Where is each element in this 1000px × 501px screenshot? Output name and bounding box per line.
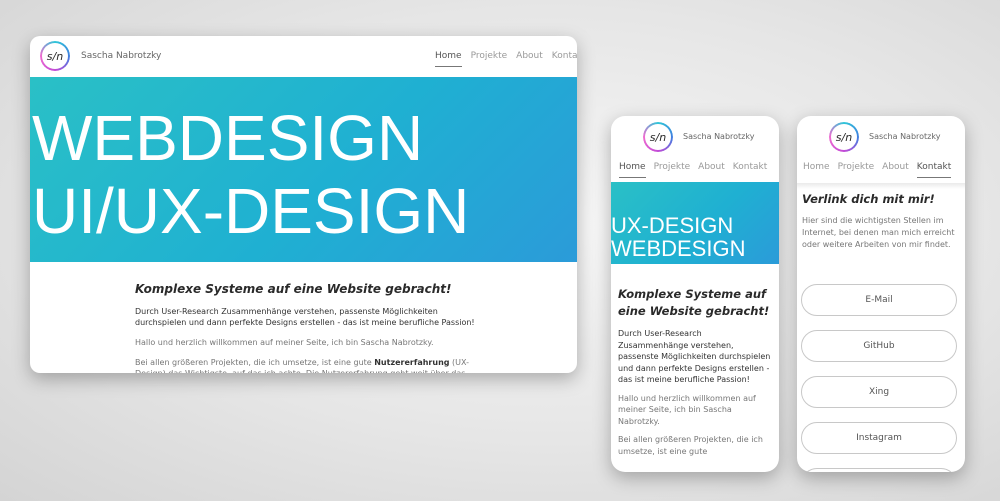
main-nav: Home Projekte About Kontakt [619, 162, 767, 178]
nav-kontakt[interactable]: Kontakt [916, 162, 952, 178]
hero-line-webdesign: WEBDESIGN [32, 102, 424, 174]
nav-home[interactable]: Home [803, 162, 830, 178]
hero-line-uiux: UI/UX-DESIGN [32, 175, 470, 247]
nav-home[interactable]: Home [619, 162, 646, 178]
projects-text: Bei allen größeren Projekten, die ich um… [618, 435, 763, 456]
welcome-text: Hallo und herzlich willkommen auf meiner… [135, 338, 434, 347]
nav-kontakt[interactable]: Kontakt [552, 51, 577, 67]
hero-banner: UX-DESIGN WEBDESIGN [611, 182, 779, 264]
intro-text: Durch User-Research Zusammenhänge verste… [135, 307, 475, 327]
nav-kontakt[interactable]: Kontakt [733, 162, 767, 178]
nav-home[interactable]: Home [435, 51, 462, 67]
nav-about[interactable]: About [698, 162, 725, 178]
email-link-button[interactable]: E-Mail [801, 284, 957, 316]
main-nav: Home Projekte About Kontakt [803, 162, 952, 178]
github-link-button[interactable]: GitHub [801, 330, 957, 362]
phone-home-mockup: s/n Sascha Nabrotzky Home Projekte About… [611, 116, 779, 472]
site-name: Sascha Nabrotzky [683, 132, 755, 141]
hero-line-uxdesign: UX-DESIGN [611, 213, 734, 238]
header-shadow [797, 183, 965, 189]
site-name: Sascha Nabrotzky [869, 132, 941, 141]
intro-text: Durch User-Research Zusammenhänge verste… [618, 329, 771, 384]
nav-about[interactable]: About [516, 51, 543, 67]
main-nav: Home Projekte About Kontakt [435, 51, 577, 67]
nav-projekte[interactable]: Projekte [654, 162, 691, 178]
page-headline: Komplexe Systeme auf eine Website gebrac… [618, 287, 770, 318]
logo-icon[interactable]: s/n [643, 122, 673, 152]
site-name: Sascha Nabrotzky [81, 51, 162, 61]
welcome-text: Hallo und herzlich willkommen auf meiner… [618, 393, 756, 426]
link-button-partial[interactable] [801, 468, 957, 472]
contact-text: Hier sind die wichtigsten Stellen im Int… [802, 216, 955, 249]
intro-section: Komplexe Systeme auf eine Website gebrac… [135, 282, 480, 373]
contact-section: Verlink dich mit mir! Hier sind die wich… [802, 192, 960, 251]
phone-contact-mockup: s/n Sascha Nabrotzky Home Projekte About… [797, 116, 965, 472]
instagram-link-button[interactable]: Instagram [801, 422, 957, 454]
logo-icon[interactable]: s/n [829, 122, 859, 152]
hero-line-webdesign: WEBDESIGN [611, 236, 746, 261]
contact-headline: Verlink dich mit mir! [802, 192, 935, 206]
nav-projekte[interactable]: Projekte [838, 162, 875, 178]
desktop-mockup: s/n Sascha Nabrotzky Home Projekte About… [30, 36, 577, 373]
intro-section: Komplexe Systeme auf eine Website gebrac… [618, 286, 774, 457]
logo-icon[interactable]: s/n [40, 41, 70, 71]
hero-banner: WEBDESIGN UI/UX-DESIGN [30, 77, 577, 262]
nav-projekte[interactable]: Projekte [471, 51, 508, 67]
projects-text: Bei allen größeren Projekten, die ich um… [135, 358, 469, 373]
nav-about[interactable]: About [882, 162, 909, 178]
page-headline: Komplexe Systeme auf eine Website gebrac… [135, 282, 452, 296]
xing-link-button[interactable]: Xing [801, 376, 957, 408]
